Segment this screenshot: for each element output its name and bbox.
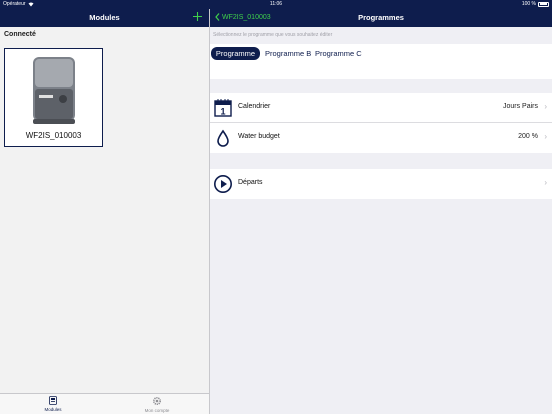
calendar-label: Calendrier bbox=[238, 103, 271, 110]
tab-modules[interactable]: Modules bbox=[18, 396, 88, 412]
calendar-value: Jours Pairs bbox=[502, 103, 538, 110]
controller-device-icon bbox=[33, 57, 75, 124]
modules-list: Connecté WF2IS_010003 bbox=[0, 27, 209, 393]
plus-icon bbox=[193, 12, 202, 21]
departures-row[interactable]: Départs › bbox=[210, 169, 552, 199]
play-icon bbox=[214, 175, 232, 193]
tab-modules-label: Modules bbox=[44, 407, 62, 412]
program-selector: Programme A Programme B Programme C bbox=[210, 44, 552, 79]
program-tab-a[interactable]: Programme A bbox=[211, 47, 260, 71]
chevron-right-icon: › bbox=[544, 102, 547, 111]
section-connected: Connecté bbox=[4, 31, 36, 38]
modules-title: Modules bbox=[89, 13, 120, 22]
water-budget-value: 200 % bbox=[518, 133, 538, 140]
tab-bar: Modules Mon compte bbox=[0, 393, 209, 414]
departures-label: Départs bbox=[238, 179, 263, 186]
tab-account-label: Mon compte bbox=[144, 408, 170, 413]
select-program-hint: Sélectionnez le programme que vous souha… bbox=[213, 32, 333, 38]
program-tab-c[interactable]: Programme C bbox=[312, 47, 365, 60]
gear-icon bbox=[152, 396, 162, 406]
programmes-title: Programmes bbox=[358, 13, 404, 22]
status-bar: Opérateur 11:06 100 % bbox=[0, 0, 552, 9]
add-module-button[interactable] bbox=[193, 10, 202, 24]
calendar-row[interactable]: 1 Calendrier Jours Pairs › bbox=[210, 93, 552, 123]
clock: 11:06 bbox=[269, 1, 283, 7]
water-drop-icon bbox=[217, 129, 229, 147]
battery-info: 100 % bbox=[522, 1, 549, 7]
programmes-panel: Sélectionnez le programme que vous souha… bbox=[210, 27, 552, 414]
calendar-icon: 1 bbox=[214, 99, 232, 117]
chevron-right-icon: › bbox=[544, 132, 547, 141]
device-name: WF2IS_010003 bbox=[25, 131, 82, 140]
module-icon bbox=[49, 396, 57, 405]
battery-icon bbox=[538, 1, 549, 7]
tab-account[interactable]: Mon compte bbox=[122, 396, 192, 413]
water-budget-row[interactable]: Water budget 200 % › bbox=[210, 123, 552, 153]
calendar-icon-day: 1 bbox=[220, 107, 225, 117]
water-budget-label: Water budget bbox=[238, 133, 280, 140]
programmes-navbar: WF2IS_010003 Programmes bbox=[210, 9, 552, 27]
chevron-right-icon: › bbox=[544, 178, 547, 187]
battery-percent: 100 % bbox=[521, 1, 536, 7]
program-tab-b[interactable]: Programme B bbox=[262, 47, 314, 60]
modules-navbar: Modules bbox=[0, 9, 209, 27]
device-card[interactable]: WF2IS_010003 bbox=[4, 48, 103, 147]
